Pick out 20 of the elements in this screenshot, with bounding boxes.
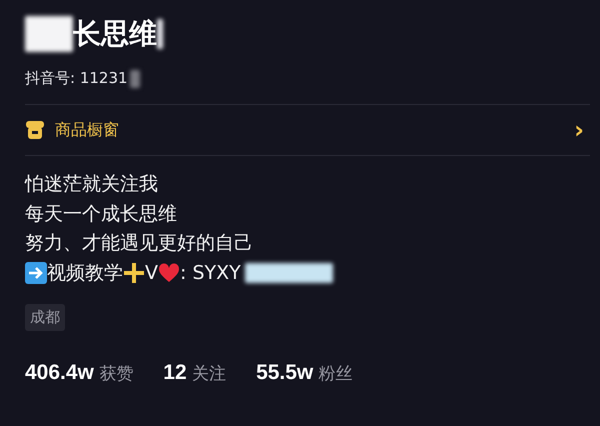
chevron-icon[interactable]: › (574, 116, 584, 144)
redaction-blur (25, 16, 73, 52)
profile-name: 长思维 (73, 16, 157, 52)
account-id: 抖音号: 11231 (25, 69, 128, 88)
bio-line: 努力、才能遇见更好的自己 (25, 231, 253, 256)
shop-icon (25, 120, 45, 140)
stat-count[interactable]: 55.5w 粉丝 (256, 361, 353, 385)
redaction-blur (130, 70, 140, 88)
bio-line: 怕迷茫就关注我 (25, 172, 158, 197)
bio-text: V (145, 260, 158, 286)
bio-line: 每天一个成长思维 (25, 202, 177, 226)
bio-text: : SYXY (180, 260, 241, 286)
stat-count[interactable]: 406.4w 获赞 (25, 361, 134, 385)
shop-window-link[interactable]: 商品橱窗 (55, 120, 564, 140)
bio-text: 视频教学 (47, 260, 123, 286)
heart-icon (158, 263, 180, 284)
stat-count[interactable]: 12 关注 (163, 361, 226, 385)
location-tag: 成都 (25, 304, 65, 331)
redaction-blur (157, 19, 163, 49)
plus-icon (123, 262, 145, 284)
